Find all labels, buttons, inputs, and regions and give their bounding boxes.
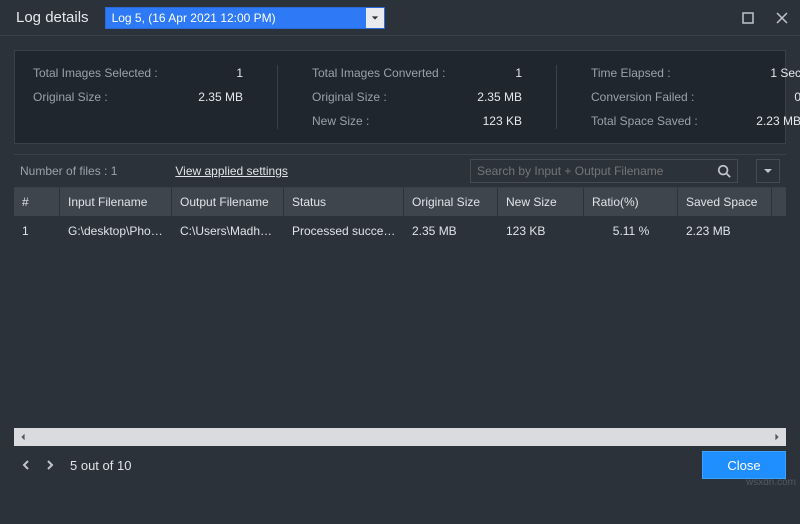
cell-index: 1 bbox=[14, 224, 60, 238]
search-options-button[interactable] bbox=[756, 159, 780, 183]
table-body: 1 G:\desktop\Pho… C:\Users\Madhuri… Proc… bbox=[14, 216, 786, 428]
watermark: wsxdn.com bbox=[746, 477, 796, 488]
new-size-value: 123 KB bbox=[462, 113, 522, 129]
page-next-button[interactable] bbox=[38, 451, 62, 479]
col-saved-space[interactable]: Saved Space bbox=[678, 188, 772, 216]
total-images-converted-label: Total Images Converted : bbox=[312, 65, 462, 81]
total-images-converted-value: 1 bbox=[462, 65, 522, 81]
col-ratio[interactable]: Ratio(%) bbox=[584, 188, 678, 216]
total-space-saved-value: 2.23 MB bbox=[741, 113, 800, 129]
table-toolbar: Number of files : 1 View applied setting… bbox=[14, 154, 786, 188]
chevron-down-icon bbox=[371, 14, 379, 22]
chevron-left-icon bbox=[19, 433, 27, 441]
chevron-down-icon bbox=[763, 166, 773, 176]
view-applied-settings-link[interactable]: View applied settings bbox=[175, 164, 288, 178]
page-prev-button[interactable] bbox=[14, 451, 38, 479]
footer: 5 out of 10 Close bbox=[0, 446, 800, 484]
table-row[interactable]: 1 G:\desktop\Pho… C:\Users\Madhuri… Proc… bbox=[14, 216, 786, 246]
scroll-track[interactable] bbox=[32, 428, 768, 446]
cell-status: Processed succes… bbox=[284, 224, 404, 238]
cell-output-filename: C:\Users\Madhuri… bbox=[172, 224, 284, 238]
conversion-failed-value: 0 bbox=[741, 89, 800, 105]
scroll-left-button[interactable] bbox=[14, 428, 32, 446]
col-status[interactable]: Status bbox=[284, 188, 404, 216]
window-title: Log details bbox=[16, 9, 89, 26]
close-icon bbox=[776, 12, 788, 24]
maximize-icon bbox=[742, 12, 754, 24]
log-table: # Input Filename Output Filename Status … bbox=[14, 188, 786, 428]
total-images-selected-label: Total Images Selected : bbox=[33, 65, 183, 81]
log-select[interactable] bbox=[105, 7, 385, 29]
cell-new-size: 123 KB bbox=[498, 224, 584, 238]
log-select-input[interactable] bbox=[106, 8, 366, 28]
converted-original-size-value: 2.35 MB bbox=[462, 89, 522, 105]
search-input[interactable] bbox=[477, 164, 717, 178]
conversion-failed-label: Conversion Failed : bbox=[591, 89, 741, 105]
title-bar: Log details bbox=[0, 0, 800, 36]
maximize-button[interactable] bbox=[738, 8, 758, 28]
summary-group-converted: Total Images Converted : Original Size :… bbox=[277, 65, 522, 129]
log-select-dropdown-button[interactable] bbox=[366, 8, 384, 28]
chevron-left-icon bbox=[21, 460, 31, 470]
col-output-filename[interactable]: Output Filename bbox=[172, 188, 284, 216]
summary-panel: Total Images Selected : Original Size : … bbox=[14, 50, 786, 144]
close-window-button[interactable] bbox=[772, 8, 792, 28]
horizontal-scrollbar[interactable] bbox=[14, 428, 786, 446]
col-input-filename[interactable]: Input Filename bbox=[60, 188, 172, 216]
chevron-right-icon bbox=[773, 433, 781, 441]
chevron-right-icon bbox=[45, 460, 55, 470]
summary-group-stats: Time Elapsed : Conversion Failed : Total… bbox=[556, 65, 800, 129]
col-original-size[interactable]: Original Size bbox=[404, 188, 498, 216]
table-header: # Input Filename Output Filename Status … bbox=[14, 188, 786, 216]
cell-saved-space: 2.23 MB bbox=[678, 224, 772, 238]
window-controls bbox=[738, 8, 792, 28]
scroll-right-button[interactable] bbox=[768, 428, 786, 446]
col-index[interactable]: # bbox=[14, 188, 60, 216]
time-elapsed-value: 1 Sec bbox=[741, 65, 800, 81]
cell-ratio: 5.11 % bbox=[584, 224, 678, 238]
summary-group-selected: Total Images Selected : Original Size : … bbox=[33, 65, 243, 129]
pager-label: 5 out of 10 bbox=[70, 458, 131, 473]
original-size-label: Original Size : bbox=[33, 89, 183, 105]
cell-input-filename: G:\desktop\Pho… bbox=[60, 224, 172, 238]
search-box[interactable] bbox=[470, 159, 738, 183]
cell-original-size: 2.35 MB bbox=[404, 224, 498, 238]
converted-original-size-label: Original Size : bbox=[312, 89, 462, 105]
original-size-value: 2.35 MB bbox=[183, 89, 243, 105]
total-space-saved-label: Total Space Saved : bbox=[591, 113, 741, 129]
col-new-size[interactable]: New Size bbox=[498, 188, 584, 216]
new-size-label: New Size : bbox=[312, 113, 462, 129]
files-count-label: Number of files : 1 bbox=[20, 164, 117, 178]
close-button[interactable]: Close bbox=[702, 451, 786, 479]
time-elapsed-label: Time Elapsed : bbox=[591, 65, 741, 81]
search-icon bbox=[717, 164, 731, 178]
total-images-selected-value: 1 bbox=[183, 65, 243, 81]
